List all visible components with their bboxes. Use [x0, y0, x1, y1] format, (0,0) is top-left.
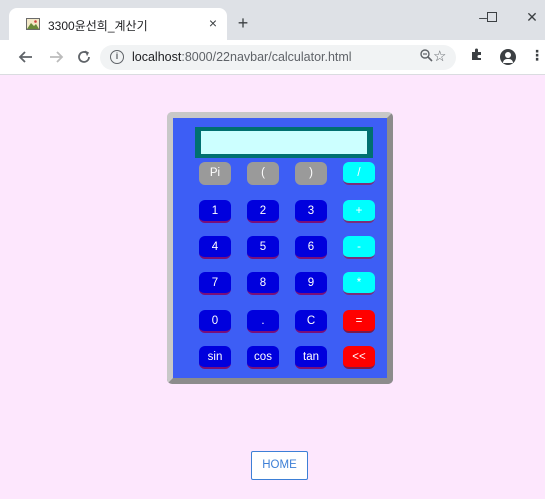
key-1-button[interactable]: 1 [199, 200, 231, 223]
extensions-icon[interactable] [470, 47, 484, 64]
key-open-paren-button[interactable]: ( [247, 162, 279, 185]
key-divide-button[interactable]: / [343, 162, 375, 185]
key-tan-button[interactable]: tan [295, 346, 327, 369]
browser-toolbar: i localhost:8000/22navbar/calculator.htm… [0, 40, 545, 75]
key-9-button[interactable]: 9 [295, 272, 327, 295]
calculator: Pi () / 1 2 3 +4 5 6- 7 8 9 * 0. C = sin cos tan << [167, 112, 393, 384]
key-4-button[interactable]: 4 [199, 236, 231, 259]
key-5-button[interactable]: 5 [247, 236, 279, 259]
browser-tabstrip: 3300윤선희_계산기 × + – ✕ [0, 0, 545, 40]
key-6-button[interactable]: 6 [295, 236, 327, 259]
tab-close-icon[interactable]: × [205, 15, 221, 31]
key-plus-button[interactable]: + [343, 200, 375, 223]
key-equals-button[interactable]: = [343, 310, 375, 333]
menu-icon[interactable]: ⋮ [530, 47, 544, 64]
key-cos-button[interactable]: cos [247, 346, 279, 369]
forward-icon[interactable] [48, 49, 64, 65]
key-clear-button[interactable]: C [295, 310, 327, 333]
site-info-icon[interactable]: i [110, 50, 124, 64]
tab-title: 3300윤선희_계산기 [48, 19, 148, 33]
key-0-button[interactable]: 0 [199, 310, 231, 333]
key-decimal-button[interactable]: . [247, 310, 279, 333]
url-host: localhost [132, 50, 182, 64]
calculator-display[interactable] [195, 127, 373, 158]
bookmark-star-icon[interactable]: ☆ [433, 47, 446, 65]
key-2-button[interactable]: 2 [247, 200, 279, 223]
back-icon[interactable] [18, 49, 34, 65]
key-close-paren-button[interactable]: ) [295, 162, 327, 185]
key-3-button[interactable]: 3 [295, 200, 327, 223]
reload-icon[interactable] [76, 49, 92, 65]
key-7-button[interactable]: 7 [199, 272, 231, 295]
url-path: :8000/22navbar/calculator.html [181, 50, 352, 64]
key-minus-button[interactable]: - [343, 236, 375, 259]
new-tab-icon[interactable]: + [235, 14, 251, 32]
maximize-icon[interactable] [480, 7, 504, 27]
key-8-button[interactable]: 8 [247, 272, 279, 295]
browser-tab[interactable]: 3300윤선희_계산기 × [9, 8, 227, 40]
key-backspace-button[interactable]: << [343, 346, 375, 369]
favicon-icon [26, 18, 40, 30]
key-sin-button[interactable]: sin [199, 346, 231, 369]
profile-icon[interactable] [500, 49, 516, 65]
address-bar[interactable]: i localhost:8000/22navbar/calculator.htm… [100, 45, 456, 70]
zoom-icon[interactable] [420, 49, 433, 65]
url-text[interactable]: localhost:8000/22navbar/calculator.html [132, 50, 352, 64]
key-multiply-button[interactable]: * [343, 272, 375, 295]
window-close-icon[interactable]: ✕ [520, 7, 544, 27]
home-button[interactable]: HOME [251, 451, 308, 480]
key-pi-button[interactable]: Pi [199, 162, 231, 185]
